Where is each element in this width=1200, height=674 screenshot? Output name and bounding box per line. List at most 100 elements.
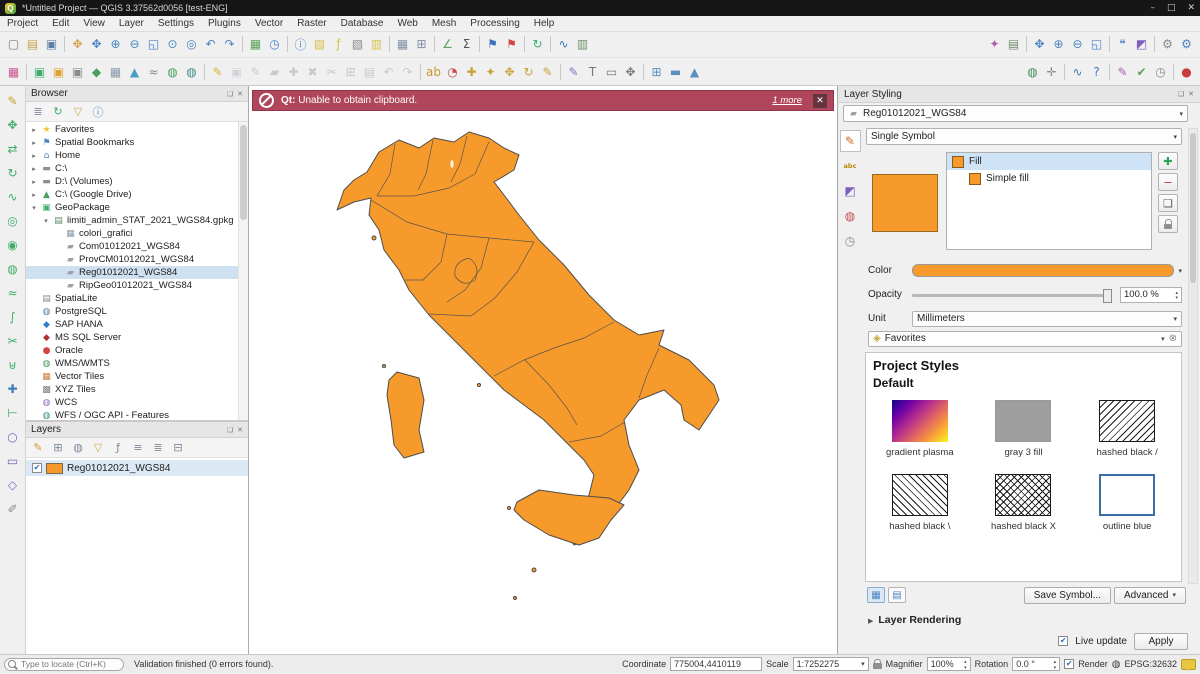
processing-toolbox-icon[interactable]: ⚙ [1177,34,1196,54]
apply-button[interactable]: Apply [1134,633,1188,650]
save-symbol-button[interactable]: Save Symbol... [1024,587,1111,604]
float-panel-icon[interactable]: ❏ [1178,90,1184,98]
list-view-button[interactable]: ▤ [888,587,906,603]
tab-3d-view[interactable]: ◩ [840,180,861,202]
remove-symbol-layer-button[interactable]: − [1158,173,1178,191]
close-panel-icon[interactable]: ✕ [237,90,243,98]
add-group-icon[interactable]: ⊞ [49,440,67,456]
current-edits-icon[interactable]: ✎ [246,62,265,82]
zoom-full-icon[interactable]: ◱ [144,34,163,54]
rectangle-tool-icon[interactable]: ▭ [3,451,23,470]
style-filter-combo[interactable]: Favorites [868,331,1182,347]
style-manager-icon[interactable]: ✦ [985,34,1004,54]
merge-features-icon[interactable]: ⊎ [3,355,23,374]
cut-features-icon[interactable]: ✂ [322,62,341,82]
zoom-full-secondary-icon[interactable]: ◱ [1087,34,1106,54]
form-annotation-icon[interactable]: ▭ [602,62,621,82]
metasearch-icon[interactable]: ◍ [1023,62,1042,82]
zoom-next-icon[interactable]: ↷ [220,34,239,54]
toggle-editing-icon[interactable]: ✎ [208,62,227,82]
browser-item-mssql[interactable]: MS SQL Server [26,331,248,344]
browser-item-google-drive[interactable]: ▸ C:\ (Google Drive) [26,188,248,201]
browser-item-provcm[interactable]: ProvCM01012021_WGS84 [26,253,248,266]
new-map-view-icon[interactable]: ▦ [246,34,265,54]
pin-labels-icon[interactable]: ✚ [462,62,481,82]
menu-item[interactable]: Help [527,18,562,29]
tab-history[interactable]: ◷ [840,230,861,252]
browser-item-wcs[interactable]: WCS [26,396,248,409]
deselect-all-icon[interactable]: ▧ [348,34,367,54]
collapse-all-layers-icon[interactable]: ≣ [149,440,167,456]
menu-item[interactable]: View [76,18,112,29]
float-panel-icon[interactable]: ❏ [227,426,233,434]
vertex-tool-side-icon[interactable]: ✚ [3,379,23,398]
add-delimited-text-icon[interactable]: ≈ [144,62,163,82]
layout-manager-icon[interactable]: ▤ [1004,34,1023,54]
float-panel-icon[interactable]: ❏ [227,90,233,98]
select-by-expression-icon[interactable]: ƒ [329,34,348,54]
properties-widget-icon[interactable]: ⓘ [89,104,107,120]
add-part-icon[interactable]: ◉ [3,235,23,254]
refresh-browser-icon[interactable]: ↻ [49,104,67,120]
change-label-icon[interactable]: ✎ [538,62,557,82]
pan-to-selected-icon[interactable]: ✥ [1030,34,1049,54]
opacity-spinbox[interactable]: 100.0 % [1120,287,1182,303]
spin-down-icon[interactable] [964,664,967,670]
close-panel-icon[interactable]: ✕ [1188,90,1194,98]
filter-browser-icon[interactable]: ▽ [69,104,87,120]
trim-extend-icon[interactable]: ⊢ [3,403,23,422]
vertex-tool-icon[interactable]: ✚ [284,62,303,82]
open-attribute-table-icon[interactable]: ▦ [393,34,412,54]
collapse-all-icon[interactable]: ≣ [29,104,47,120]
georeferencer-icon[interactable]: ✛ [1042,62,1061,82]
style-outline-blue[interactable]: outline blue [1075,474,1179,532]
map-tips-icon[interactable]: ❝ [1113,34,1132,54]
zoom-out-icon[interactable]: ⊖ [125,34,144,54]
browser-item-colori-grafici[interactable]: colori_grafici [26,227,248,240]
zoom-in-secondary-icon[interactable]: ⊕ [1049,34,1068,54]
locator-input[interactable] [19,658,120,670]
magnifier-spinbox[interactable]: 100% [927,657,971,671]
new-shapefile-layer-icon[interactable]: ▣ [49,62,68,82]
new-project-icon[interactable]: ▢ [4,34,23,54]
menu-item[interactable]: Web [390,18,424,29]
expand-all-icon[interactable]: ≡ [129,440,147,456]
style-hashed-black-slash[interactable]: hashed black / [1075,400,1179,458]
menu-item[interactable]: Mesh [425,18,463,29]
zoom-to-selection-icon[interactable]: ⊙ [163,34,182,54]
data-source-manager-icon[interactable]: ▦ [4,62,23,82]
close-button[interactable]: ✕ [1187,3,1195,13]
locator-search[interactable] [4,658,124,671]
lock-scale-icon[interactable] [873,663,882,669]
pan-to-selection-icon[interactable]: ✥ [87,34,106,54]
circle-tool-icon[interactable]: ○ [3,427,23,446]
add-raster-layer-icon[interactable]: ▦ [106,62,125,82]
identify-features-icon[interactable]: ⓘ [291,34,310,54]
measure-line-icon[interactable]: ∠ [438,34,457,54]
opacity-slider[interactable] [912,288,1112,302]
temporal-controller-icon[interactable]: ◷ [265,34,284,54]
clear-filter-icon[interactable] [1169,333,1177,344]
help-icon[interactable]: ? [1087,62,1106,82]
layer-rendering-section[interactable]: Layer Rendering [868,612,961,627]
symbol-tree-simple-fill[interactable]: Simple fill [947,170,1151,187]
live-update-checkbox[interactable] [1058,636,1068,646]
browser-item-ripgeo[interactable]: RipGeo01012021_WGS84 [26,279,248,292]
browser-item-xyz-tiles[interactable]: XYZ Tiles [26,383,248,396]
save-layer-edits-icon[interactable]: ▣ [227,62,246,82]
add-wfs-layer-icon[interactable]: ◍ [182,62,201,82]
messages-bubble-icon[interactable] [1181,659,1196,670]
advanced-digitizing-icon[interactable]: ✎ [3,91,23,110]
color-button[interactable] [912,264,1174,277]
tab-labels[interactable]: abc [840,155,861,177]
add-mesh-layer-icon[interactable]: ▲ [125,62,144,82]
style-gray-3-fill[interactable]: gray 3 fill [972,400,1076,458]
browser-item-favorites[interactable]: ▸ Favorites [26,123,248,136]
menu-item[interactable]: Processing [463,18,526,29]
add-symbol-layer-button[interactable]: ✚ [1158,152,1178,170]
fill-ring-icon[interactable]: ◍ [3,259,23,278]
styling-layer-combo[interactable]: Reg01012021_WGS84 [843,105,1188,122]
browser-item-vector-tiles[interactable]: Vector Tiles [26,370,248,383]
crs-status[interactable]: EPSG:32632 [1124,659,1177,669]
layer-diagram-icon[interactable]: ◔ [443,62,462,82]
